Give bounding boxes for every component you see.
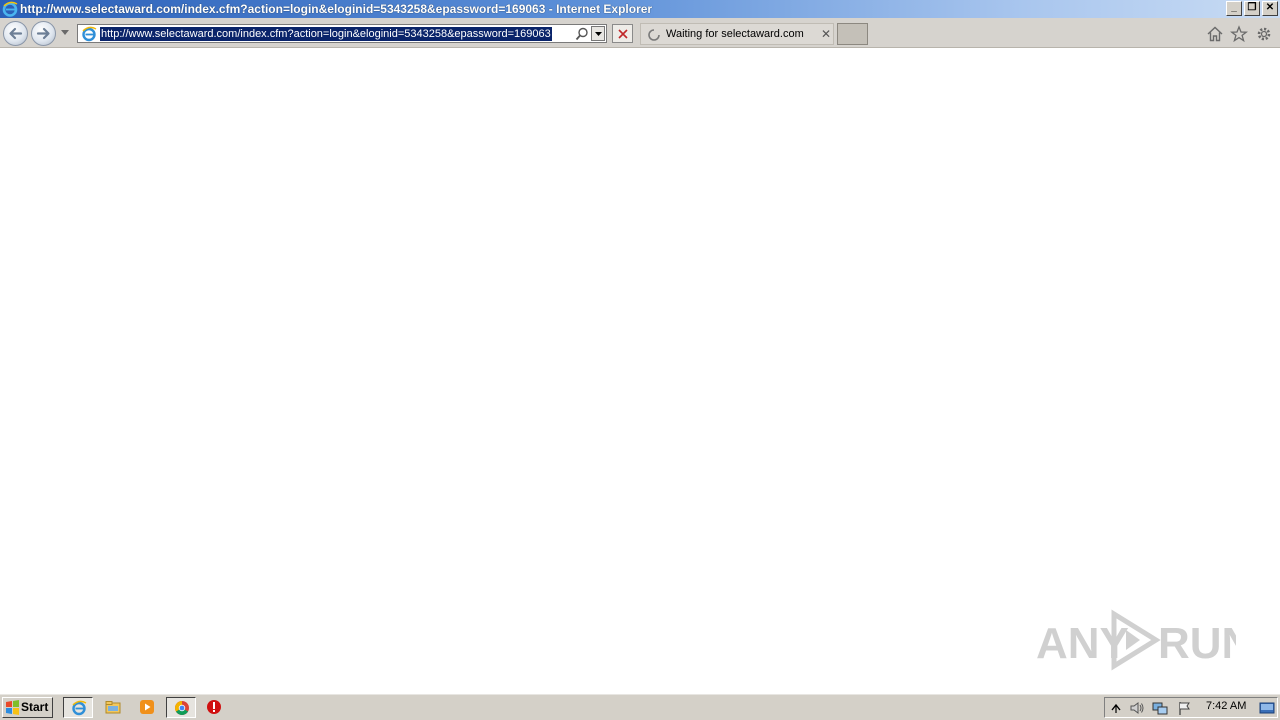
volume-icon[interactable] bbox=[1129, 700, 1145, 716]
watermark-right-text: RUN bbox=[1158, 619, 1236, 668]
address-url-text[interactable]: http://www.selectaward.com/index.cfm?act… bbox=[100, 27, 552, 41]
network-icon[interactable] bbox=[1152, 700, 1168, 716]
stop-sign-icon bbox=[207, 700, 221, 714]
taskbar-media-player-button[interactable] bbox=[132, 697, 162, 718]
ie-logo-icon bbox=[72, 700, 87, 716]
home-icon[interactable] bbox=[1206, 25, 1224, 43]
favorites-star-icon[interactable] bbox=[1230, 25, 1248, 43]
chevron-down-icon bbox=[595, 32, 602, 36]
tab-close-button[interactable]: ✕ bbox=[821, 27, 831, 41]
anyrun-watermark: ANY RUN bbox=[1036, 609, 1236, 671]
search-icon[interactable] bbox=[575, 27, 589, 41]
chrome-icon bbox=[175, 701, 189, 715]
stop-icon bbox=[618, 29, 628, 39]
start-button[interactable]: Start bbox=[2, 697, 53, 718]
action-center-flag-icon[interactable] bbox=[1177, 700, 1193, 716]
window-title-bar: http://www.selectaward.com/index.cfm?act… bbox=[0, 0, 1280, 18]
taskbar-chrome-button[interactable] bbox=[166, 697, 196, 718]
forward-arrow-icon bbox=[36, 27, 50, 40]
system-tray: 7:42 AM bbox=[1104, 697, 1278, 718]
loading-spinner-icon bbox=[648, 29, 660, 41]
media-player-icon bbox=[140, 700, 154, 714]
ie-page-icon bbox=[82, 26, 97, 42]
address-dropdown-button[interactable] bbox=[591, 26, 605, 41]
navigation-bar: http://www.selectaward.com/index.cfm?act… bbox=[0, 18, 1280, 48]
taskbar-stop-app-button[interactable] bbox=[199, 697, 229, 718]
address-bar[interactable]: http://www.selectaward.com/index.cfm?act… bbox=[77, 24, 607, 43]
tab-title: Waiting for selectaward.com bbox=[666, 28, 804, 40]
page-content bbox=[0, 48, 1280, 693]
taskbar: Start 7:42 AM bbox=[0, 693, 1280, 720]
start-label: Start bbox=[21, 700, 49, 714]
taskbar-explorer-button[interactable] bbox=[98, 697, 128, 718]
window-title: http://www.selectaward.com/index.cfm?act… bbox=[20, 2, 653, 16]
close-button[interactable]: ✕ bbox=[1262, 1, 1278, 16]
minimize-button[interactable]: _ bbox=[1226, 1, 1242, 16]
taskbar-ie-button[interactable] bbox=[63, 697, 93, 718]
explorer-folder-icon bbox=[105, 701, 121, 714]
clock[interactable]: 7:42 AM bbox=[1206, 700, 1246, 712]
show-desktop-icon[interactable] bbox=[1259, 700, 1275, 716]
settings-gear-icon[interactable] bbox=[1255, 25, 1273, 43]
back-arrow-icon bbox=[9, 27, 23, 40]
windows-logo-icon bbox=[6, 700, 19, 715]
recent-pages-dropdown-icon[interactable] bbox=[61, 30, 69, 36]
tab-active[interactable]: Waiting for selectaward.com ✕ bbox=[640, 23, 834, 45]
forward-button[interactable] bbox=[31, 21, 56, 46]
stop-button[interactable] bbox=[612, 24, 633, 43]
ie-logo-icon bbox=[2, 1, 18, 17]
back-button[interactable] bbox=[3, 21, 28, 46]
new-tab-button[interactable] bbox=[837, 23, 868, 45]
tray-arrow-icon[interactable] bbox=[1108, 700, 1124, 716]
restore-button[interactable]: ❐ bbox=[1244, 1, 1260, 16]
